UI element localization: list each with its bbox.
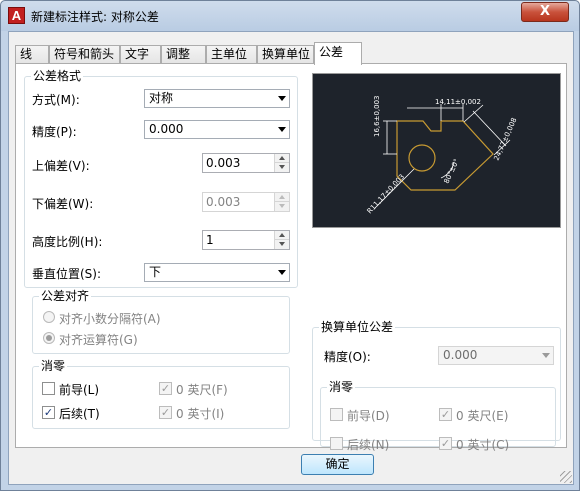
alt-precision-value: 0.000 [443,348,478,362]
align-decimal-label: 对齐小数分隔符(A) [59,312,161,326]
alt-leading-checkbox[interactable] [330,408,343,421]
alt-zero-feet-checkbox[interactable]: ✓ [439,408,452,421]
spin-down-icon[interactable] [275,240,289,249]
resize-grip-icon[interactable] [560,471,572,483]
leading-checkbox[interactable] [42,382,55,395]
tab-primary-units[interactable]: 主单位 [206,45,257,64]
title-bar[interactable]: A 新建标注样式: 对称公差 X [1,1,579,31]
dimension-preview: 14,11±0,002 16,6±0,003 24,77±0,008 80°±0… [312,73,561,228]
alt-zero-suppression-title: 消零 [327,380,356,394]
chevron-down-icon [278,96,286,101]
vertical-position-select[interactable]: 下 [144,263,290,282]
upper-value-stepper[interactable]: 0.003 [202,153,290,173]
alt-zero-inches-checkbox[interactable]: ✓ [439,437,452,450]
checkmark-icon: ✓ [43,406,54,419]
tab-alternate-units[interactable]: 换算单位 [257,45,314,64]
tab-symbols-arrows[interactable]: 符号和箭头 [49,45,120,64]
precision-label: 精度(P): [32,125,77,139]
autocad-logo-icon: A [8,7,25,24]
align-operator-radio[interactable] [43,332,55,344]
dialog-window: A 新建标注样式: 对称公差 X 线 符号和箭头 文字 调整 主单位 换算单位 … [0,0,580,491]
checkmark-icon: ✓ [440,437,451,450]
dim-angle-label: 80°±0° [443,158,461,185]
precision-select-value: 0.000 [149,122,184,136]
zero-suppression-title: 消零 [39,359,68,373]
method-select-value: 对称 [149,91,174,105]
tolerances-panel: 公差格式 方式(M): 对称 精度(P): 0.000 上偏差(V): 0.00… [15,63,567,452]
zero-feet-checkbox[interactable]: ✓ [159,382,172,395]
ext-line-c [463,104,484,123]
zero-feet-label: 0 英尺(F) [176,383,228,397]
alt-trailing-checkbox[interactable] [330,437,343,450]
dim-top-label: 14,11±0,002 [435,98,481,106]
align-operator-label: 对齐运算符(G) [59,333,138,347]
chevron-down-icon [542,353,550,358]
close-button[interactable]: X [521,2,569,22]
dim-right-label: 24,77±0,008 [493,117,519,162]
tolerance-format-title: 公差格式 [31,69,84,83]
zero-inches-checkbox[interactable]: ✓ [159,406,172,419]
alt-unit-tolerance-title: 换算单位公差 [319,320,396,334]
upper-value-label: 上偏差(V): [32,159,90,173]
window-title: 新建标注样式: 对称公差 [31,10,159,24]
dim-left-label: 16,6±0,003 [373,96,381,138]
tolerance-alignment-title: 公差对齐 [39,289,92,303]
alt-zero-feet-label: 0 英尺(E) [456,409,509,423]
preview-drawing: 14,11±0,002 16,6±0,003 24,77±0,008 80°±0… [366,96,519,216]
spin-down-icon[interactable] [275,163,289,172]
lower-value-stepper[interactable]: 0.003 [202,192,290,212]
spin-down-icon[interactable] [275,202,289,211]
preview-dimensions [374,104,511,209]
alt-trailing-label: 后续(N) [347,438,390,452]
tab-tolerances[interactable]: 公差 [314,42,362,65]
height-scale-text: 1 [206,233,214,247]
tab-fit[interactable]: 调整 [161,45,206,64]
alt-precision-select[interactable]: 0.000 [438,346,554,365]
spin-up-icon[interactable] [275,231,289,240]
height-scale-stepper[interactable]: 1 [202,230,290,250]
checkmark-icon: ✓ [160,406,171,419]
precision-select[interactable]: 0.000 [144,120,290,139]
tab-lines[interactable]: 线 [15,45,49,64]
height-scale-label: 高度比例(H): [32,235,103,249]
preview-labels: 14,11±0,002 16,6±0,003 24,77±0,008 80°±0… [366,96,519,216]
alt-leading-label: 前导(D) [347,409,390,423]
alt-precision-label: 精度(O): [324,350,371,364]
method-label: 方式(M): [32,93,80,107]
checkmark-icon: ✓ [160,382,171,395]
chevron-down-icon [278,127,286,132]
zero-inches-label: 0 英寸(I) [176,407,225,421]
lower-value-label: 下偏差(W): [32,197,94,211]
vertical-position-label: 垂直位置(S): [32,267,102,281]
trailing-checkbox[interactable]: ✓ [42,406,55,419]
ok-button[interactable]: 确定 [301,454,374,475]
leading-label: 前导(L) [59,383,100,397]
spin-up-icon[interactable] [275,154,289,163]
vertical-position-value: 下 [149,265,162,279]
lower-value-text: 0.003 [206,195,241,209]
dim-radius-label: R11,17±0,003 [366,173,407,216]
upper-value-text: 0.003 [206,156,241,170]
align-decimal-radio[interactable] [43,311,55,323]
checkmark-icon: ✓ [440,408,451,421]
part-hole [408,144,436,172]
tab-text[interactable]: 文字 [120,45,161,64]
chevron-down-icon [278,270,286,275]
alt-zero-inches-label: 0 英寸(C) [456,438,510,452]
trailing-label: 后续(T) [59,407,100,421]
spin-up-icon[interactable] [275,193,289,202]
dialog-client: 线 符号和箭头 文字 调整 主单位 换算单位 公差 公差格式 方式(M): 对称… [8,31,574,485]
method-select[interactable]: 对称 [144,89,290,108]
